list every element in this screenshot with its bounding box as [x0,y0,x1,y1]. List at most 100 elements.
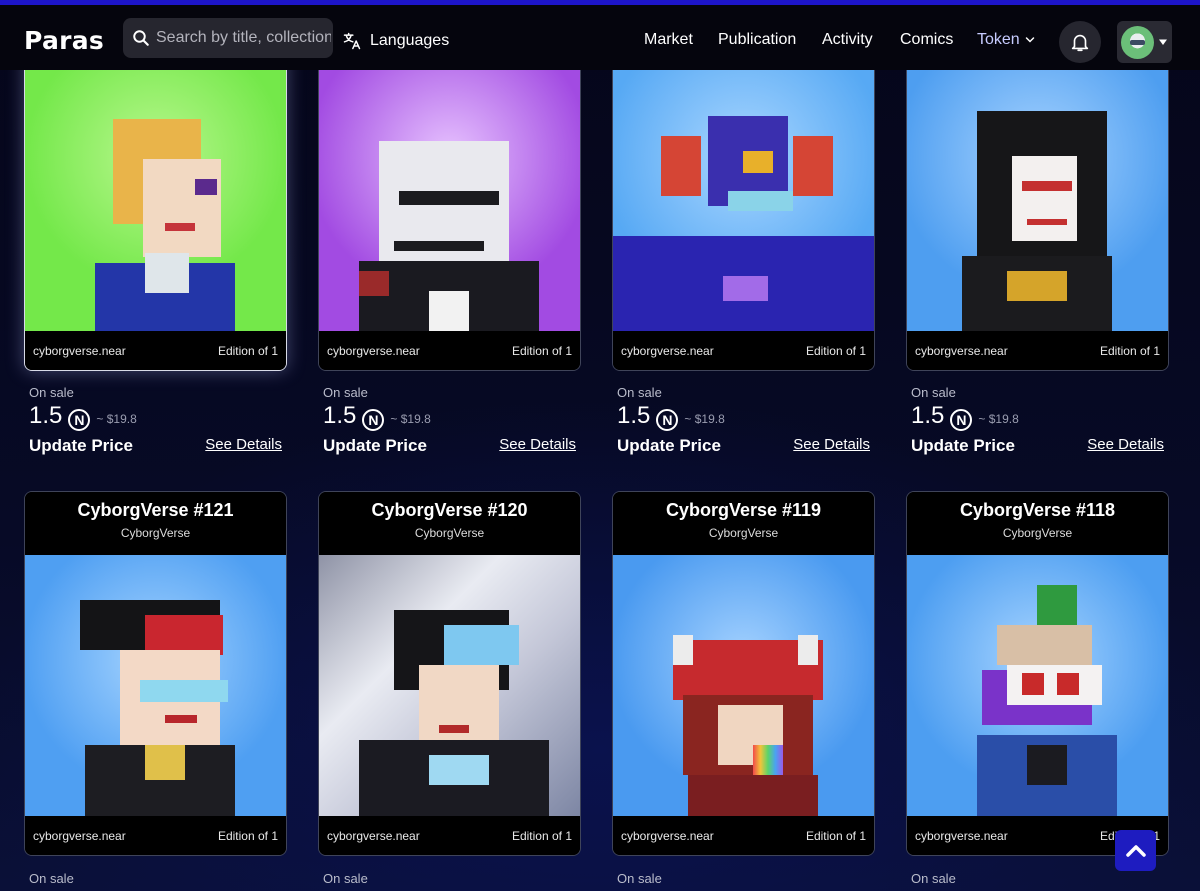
card-footer: cyborgverse.near Edition of 1 [25,331,286,370]
edition-label: Edition of 1 [511,828,572,843]
see-details-link[interactable]: See Details [1087,436,1164,456]
owner-name[interactable]: cyborgverse.near [915,829,1008,843]
nft-card[interactable]: cyborgverse.near Edition of 1 [906,40,1169,371]
nft-artwork[interactable] [25,41,286,331]
card-title[interactable]: CyborgVerse #118 [907,500,1168,521]
nav-activity[interactable]: Activity [822,31,873,49]
on-sale-label: On sale [29,385,74,400]
price-value: 1.5 [617,402,651,429]
update-price-button[interactable]: Update Price [911,436,1015,456]
search-icon [133,30,149,46]
on-sale-label: On sale [617,871,662,886]
search-input[interactable] [156,29,331,47]
owner-name[interactable]: cyborgverse.near [915,344,1008,358]
card-footer: cyborgverse.near Edition of 1 [319,816,580,855]
edition-label: Edition of 1 [217,828,278,843]
scroll-to-top-button[interactable] [1115,830,1156,871]
on-sale-label: On sale [617,385,662,400]
sale-info: On sale [911,871,1174,886]
update-price-button[interactable]: Update Price [29,436,133,456]
card-footer: cyborgverse.near Edition of 1 [319,331,580,370]
sale-info: On sale 1.5 N ~ $19.8 Update Price See D… [911,385,1164,456]
collection-name[interactable]: CyborgVerse [613,526,874,540]
chevron-down-icon [1025,37,1034,43]
nft-card[interactable]: CyborgVerse #118 CyborgVerse cyborgverse… [906,491,1169,856]
owner-name[interactable]: cyborgverse.near [621,344,714,358]
top-navigation-bar: Paras Languages Market Publication Activ… [0,0,1200,70]
nft-card[interactable]: cyborgverse.near Edition of 1 [24,40,287,371]
card-footer: cyborgverse.near Edition of 1 [25,816,286,855]
languages-button[interactable]: Languages [342,31,449,51]
card-title[interactable]: CyborgVerse #120 [319,500,580,521]
on-sale-label: On sale [323,871,368,886]
edition-label: Edition of 1 [805,828,866,843]
nav-token-dropdown[interactable]: Token [977,31,1036,49]
update-price-button[interactable]: Update Price [323,436,427,456]
owner-name[interactable]: cyborgverse.near [327,344,420,358]
on-sale-label: On sale [29,871,74,886]
near-currency-icon: N [362,409,385,431]
usd-price: ~ $19.8 [390,412,431,426]
card-header: CyborgVerse #119 CyborgVerse [613,492,874,555]
usd-price: ~ $19.8 [96,412,137,426]
nft-artwork[interactable] [907,41,1168,331]
sale-info: On sale 1.5 N ~ $19.8 Update Price See D… [323,385,576,456]
update-price-button[interactable]: Update Price [617,436,721,456]
nav-market[interactable]: Market [644,31,693,49]
avatar [1121,25,1154,59]
sale-info: On sale 1.5 N ~ $19.8 Update Price See D… [29,385,282,456]
nft-card[interactable]: cyborgverse.near Edition of 1 [318,40,581,371]
nft-artwork[interactable] [319,555,580,816]
price-value: 1.5 [323,402,357,429]
languages-label: Languages [370,32,450,49]
edition-label: Edition of 1 [1099,343,1160,358]
sale-info: On sale [29,871,292,886]
nft-artwork[interactable] [613,555,874,816]
bell-icon [1071,34,1089,52]
nft-artwork[interactable] [907,555,1168,816]
sale-info: On sale [323,871,586,886]
nft-card[interactable]: cyborgverse.near Edition of 1 [612,40,875,371]
paras-logo[interactable]: Paras [24,26,104,55]
see-details-link[interactable]: See Details [793,436,870,456]
usd-price: ~ $19.8 [978,412,1019,426]
nav-comics[interactable]: Comics [900,31,953,49]
nft-artwork[interactable] [319,41,580,331]
card-title[interactable]: CyborgVerse #119 [613,500,874,521]
price-value: 1.5 [911,402,945,429]
on-sale-label: On sale [323,385,368,400]
card-footer: cyborgverse.near Edition of 1 [613,331,874,370]
collection-name[interactable]: CyborgVerse [25,526,286,540]
chevron-up-icon [1125,844,1146,857]
nft-artwork[interactable] [25,555,286,816]
usd-price: ~ $19.8 [684,412,725,426]
owner-name[interactable]: cyborgverse.near [621,829,714,843]
search-box[interactable] [123,18,333,58]
nav-publication[interactable]: Publication [718,31,796,49]
nft-card[interactable]: CyborgVerse #119 CyborgVerse cyborgverse… [612,491,875,856]
notifications-button[interactable] [1059,21,1101,63]
card-header: CyborgVerse #121 CyborgVerse [25,492,286,555]
nft-artwork[interactable] [613,41,874,331]
see-details-link[interactable]: See Details [499,436,576,456]
near-currency-icon: N [950,409,973,431]
edition-label: Edition of 1 [511,343,572,358]
translate-icon [343,32,361,50]
owner-name[interactable]: cyborgverse.near [33,344,126,358]
owner-name[interactable]: cyborgverse.near [327,829,420,843]
nft-card[interactable]: CyborgVerse #121 CyborgVerse cyborgverse… [24,491,287,856]
see-details-link[interactable]: See Details [205,436,282,456]
sale-info: On sale [617,871,880,886]
profile-menu-button[interactable] [1117,21,1172,63]
card-title[interactable]: CyborgVerse #121 [25,500,286,521]
on-sale-label: On sale [911,385,956,400]
collection-name[interactable]: CyborgVerse [319,526,580,540]
nft-card[interactable]: CyborgVerse #120 CyborgVerse cyborgverse… [318,491,581,856]
collection-name[interactable]: CyborgVerse [907,526,1168,540]
owner-name[interactable]: cyborgverse.near [33,829,126,843]
card-header: CyborgVerse #120 CyborgVerse [319,492,580,555]
near-currency-icon: N [68,409,91,431]
caret-down-icon [1159,39,1167,45]
card-footer: cyborgverse.near Edition of 1 [907,331,1168,370]
card-footer: cyborgverse.near Edition of 1 [613,816,874,855]
